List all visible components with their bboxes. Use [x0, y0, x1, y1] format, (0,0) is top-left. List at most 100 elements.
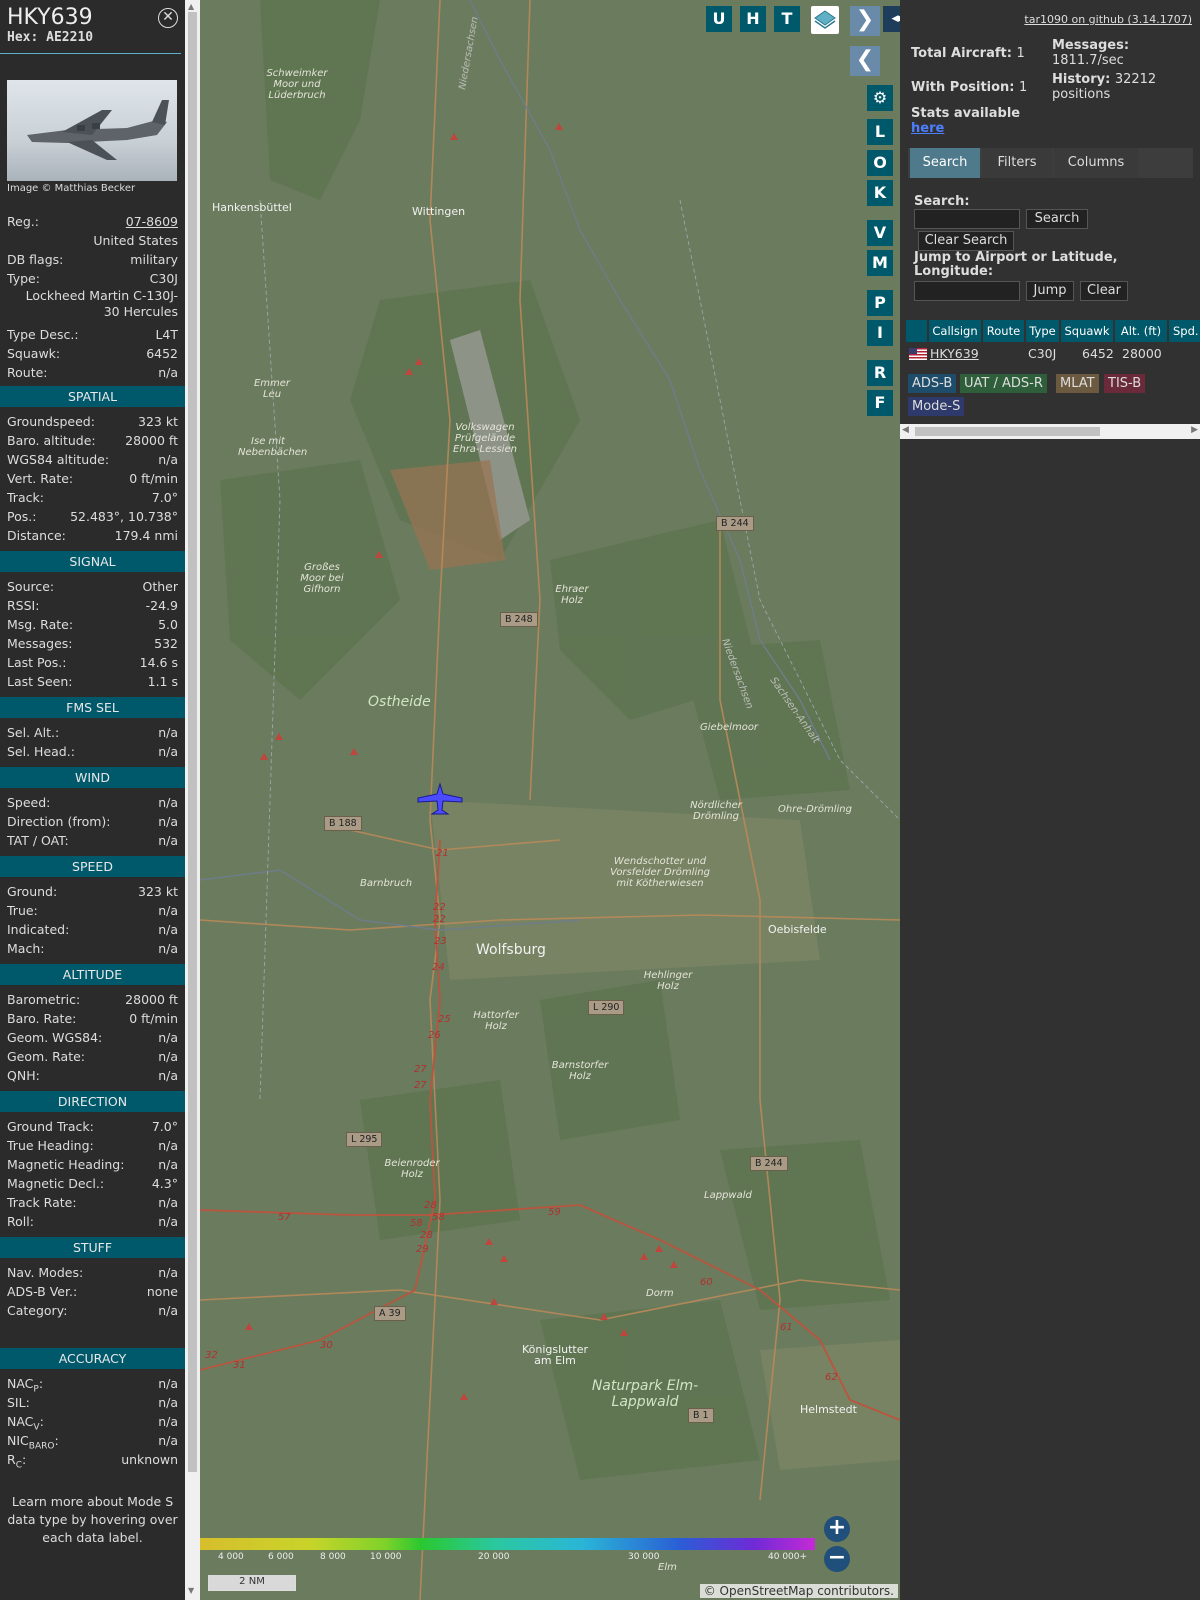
chevron-left-icon[interactable]: ❮: [850, 46, 880, 76]
svg-text:29: 29: [416, 1244, 429, 1255]
detail-value: L4T: [155, 327, 178, 342]
detail-value: 6452: [146, 346, 178, 361]
road-shield: B 244: [716, 516, 754, 531]
map-button-t[interactable]: T: [774, 6, 800, 32]
jump-input[interactable]: [914, 281, 1020, 301]
right-panel: tar1090 on github (3.14.1707) Total Airc…: [900, 0, 1200, 1600]
detail-value[interactable]: 07-8609: [126, 212, 178, 231]
detail-label: Barometric:: [7, 992, 81, 1007]
map-button-i[interactable]: I: [867, 320, 893, 346]
detail-value: n/a: [158, 1303, 178, 1318]
altitude-tick-label: 8 000: [320, 1552, 346, 1562]
map-button-h[interactable]: H: [740, 6, 766, 32]
detail-label: Track Rate:: [7, 1195, 77, 1210]
detail-label: True:: [7, 903, 38, 918]
zoom-out-icon[interactable]: −: [824, 1546, 850, 1572]
detail-value: -24.9: [145, 598, 178, 613]
row-callsign[interactable]: HKY639: [930, 344, 979, 364]
toggle-sidebar-icon[interactable]: ◂▸: [883, 6, 900, 32]
detail-row: Messages: 532: [0, 634, 185, 653]
total-aircraft: Total Aircraft: 1: [911, 46, 1025, 61]
map-place-label: Wittingen: [412, 205, 466, 218]
svg-text:59: 59: [548, 1207, 561, 1218]
detail-value: unknown: [121, 1452, 178, 1467]
table-horizontal-scrollbar[interactable]: ◀ ▶: [900, 424, 1200, 439]
svg-text:30: 30: [320, 1340, 333, 1351]
svg-text:28: 28: [424, 1200, 437, 1211]
map-button-v[interactable]: V: [867, 220, 893, 246]
detail-row: Indicated: n/a: [0, 920, 185, 939]
tab-search[interactable]: Search: [910, 148, 980, 178]
map-place-label: Nördlicher Drömling: [690, 800, 742, 822]
detail-value: n/a: [158, 1265, 178, 1280]
layers-icon[interactable]: [811, 6, 839, 34]
column-altitude[interactable]: Alt. (ft): [1115, 320, 1167, 342]
detail-row: Sel. Alt.: n/a: [0, 723, 185, 742]
detail-label: Pos.:: [7, 509, 37, 524]
hex-label: Hex:: [7, 30, 39, 45]
column-squawk[interactable]: Squawk: [1061, 320, 1113, 342]
sidebar-scroll-thumb[interactable]: [188, 12, 197, 1472]
svg-text:27: 27: [414, 1080, 427, 1091]
clear-button[interactable]: Clear: [1080, 281, 1128, 301]
map-place-label: Wolfsburg: [476, 942, 546, 958]
column-callsign[interactable]: Callsign: [929, 320, 981, 342]
chevron-right-icon[interactable]: ❯: [850, 6, 880, 36]
aircraft-photo[interactable]: [7, 80, 177, 181]
detail-label: Type:: [7, 271, 40, 286]
map-place-label: Wendschotter und Vorsfelder Drömling mit…: [610, 856, 710, 889]
detail-value: n/a: [158, 1157, 178, 1172]
clear-search-button[interactable]: Clear Search: [918, 231, 1014, 251]
search-button[interactable]: Search: [1026, 209, 1088, 229]
settings-gear-icon[interactable]: ⚙: [867, 85, 893, 111]
detail-label: Last Seen:: [7, 674, 73, 689]
map-view[interactable]: 21 22 22 23 24 25 26 27 27 28 58 58 28 29 57 59 60 6…: [200, 0, 900, 1600]
detail-label: SIL:: [7, 1395, 30, 1410]
detail-row: Squawk: 6452: [0, 344, 185, 363]
detail-row: Mach: n/a: [0, 939, 185, 958]
jump-button[interactable]: Jump: [1026, 281, 1074, 301]
map-button-r[interactable]: R: [867, 360, 893, 386]
close-icon[interactable]: ✕: [158, 8, 178, 28]
stats-here-link[interactable]: here: [911, 121, 944, 136]
github-link[interactable]: tar1090 on github (3.14.1707): [1024, 13, 1192, 26]
detail-value: military: [130, 252, 178, 267]
map-button-l[interactable]: L: [867, 119, 893, 145]
detail-label: Msg. Rate:: [7, 617, 74, 632]
detail-value: n/a: [158, 365, 178, 380]
detail-row: Magnetic Decl.: 4.3°: [0, 1174, 185, 1193]
map-button-p[interactable]: P: [867, 290, 893, 316]
tab-columns[interactable]: Columns: [1054, 148, 1138, 178]
map-button-k[interactable]: K: [867, 180, 893, 206]
scroll-left-icon[interactable]: ◀: [902, 425, 909, 435]
section-header: ALTITUDE: [0, 964, 185, 985]
column-speed[interactable]: Spd.: [1169, 320, 1200, 342]
sidebar-scrollbar[interactable]: ▲ ▼: [185, 0, 200, 1600]
tab-filters[interactable]: Filters: [982, 148, 1052, 178]
scroll-down-icon[interactable]: ▼: [188, 1586, 194, 1595]
map-scale-bar: 2 NM: [208, 1575, 296, 1591]
column-flag[interactable]: [906, 320, 927, 342]
map-place-label: Giebelmoor: [700, 722, 759, 733]
map-button-m[interactable]: M: [867, 250, 893, 276]
table-scroll-thumb[interactable]: [915, 427, 1100, 436]
detail-label: Distance:: [7, 528, 66, 543]
scroll-right-icon[interactable]: ▶: [1191, 425, 1198, 435]
detail-value: C30J: [149, 271, 178, 286]
scroll-up-icon[interactable]: ▲: [188, 2, 194, 11]
column-type[interactable]: Type: [1026, 320, 1059, 342]
zoom-in-icon[interactable]: +: [824, 1516, 850, 1542]
map-place-label: Königslutter am Elm: [521, 1343, 589, 1367]
detail-label: TAT / OAT:: [7, 833, 69, 848]
map-button-u[interactable]: U: [706, 6, 732, 32]
detail-value: n/a: [158, 1376, 178, 1391]
map-button-f[interactable]: F: [867, 390, 893, 416]
map-button-o[interactable]: O: [867, 150, 893, 176]
detail-row: Route: n/a: [0, 363, 185, 382]
column-route[interactable]: Route: [983, 320, 1024, 342]
svg-text:31: 31: [233, 1360, 246, 1371]
map-attribution[interactable]: © OpenStreetMap contributors.: [699, 1584, 898, 1598]
detail-label: Ground Track:: [7, 1119, 94, 1134]
search-input[interactable]: [914, 209, 1020, 229]
total-aircraft-value: 1: [1016, 46, 1025, 61]
